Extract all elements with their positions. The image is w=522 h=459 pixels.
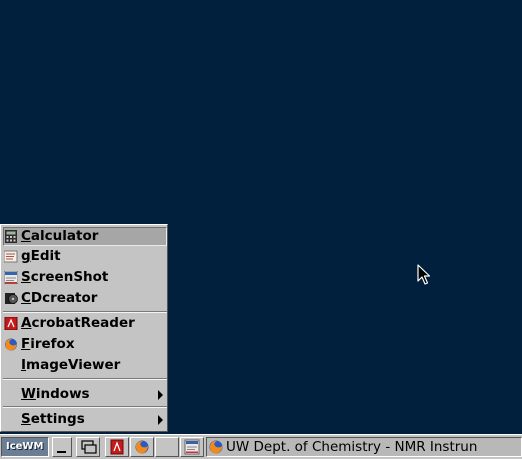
show-desktop-button[interactable] [52,437,72,457]
menu-item-label: Settings [21,411,85,427]
menu-item-label: ImageViewer [21,357,121,373]
screenshot-icon [4,271,18,284]
menu-item-label: Windows [21,386,90,402]
gedit-icon [4,250,18,263]
cd-creator-icon [5,293,18,304]
menu-item-firefox[interactable]: Firefox [3,335,167,354]
acrobat-icon [110,439,124,455]
menu-item-label: Firefox [21,336,75,352]
menu-item-screenshot[interactable]: ScreenShot [3,268,167,287]
start-button-label: IceWM [6,441,44,452]
calculator-icon [5,230,17,243]
firefox-icon [5,338,17,351]
acrobat-icon [4,317,18,330]
quicklaunch-screenshot[interactable] [180,437,204,457]
firefox-icon [135,440,149,454]
screenshot-icon [184,439,200,455]
menu-item-imageviewer[interactable]: ImageViewer [3,356,167,375]
menu-item-label: gEdit [21,248,61,264]
menu-item-windows[interactable]: Windows [3,385,167,404]
menu-item-label: Calculator [21,228,99,244]
quicklaunch-firefox[interactable] [130,437,154,457]
submenu-arrow-icon [158,415,163,425]
mouse-pointer-icon [417,264,431,285]
taskbar: IceWM UW Dept. of Chemistry - NMR Instru… [0,434,522,459]
menu-separator [3,378,167,380]
menu-item-cdcreator[interactable]: CDcreator [3,289,167,308]
start-button[interactable]: IceWM [1,437,49,457]
task-title: UW Dept. of Chemistry - NMR Instrun [226,439,478,455]
menu-item-acrobat-reader[interactable]: AcrobatReader [3,314,167,333]
menu-item-settings[interactable]: Settings [3,410,167,429]
start-menu: Calculator gEdit ScreenShot CDcreator Ac… [0,224,168,432]
task-button-firefox[interactable]: UW Dept. of Chemistry - NMR Instrun [206,437,522,457]
menu-separator [3,311,167,313]
menu-item-label: ScreenShot [21,269,109,285]
firefox-icon [209,440,223,454]
menu-item-calculator[interactable]: Calculator [3,227,167,246]
minimize-all-icon [57,451,66,453]
menu-item-label: CDcreator [21,290,98,306]
menu-item-label: AcrobatReader [21,315,135,331]
window-list-button[interactable] [76,437,100,457]
window-list-icon [81,440,97,454]
submenu-arrow-icon [158,390,163,400]
menu-item-gedit[interactable]: gEdit [3,247,167,266]
quicklaunch-blank[interactable] [155,437,179,457]
quicklaunch-acrobat[interactable] [105,437,129,457]
menu-separator [3,406,167,408]
